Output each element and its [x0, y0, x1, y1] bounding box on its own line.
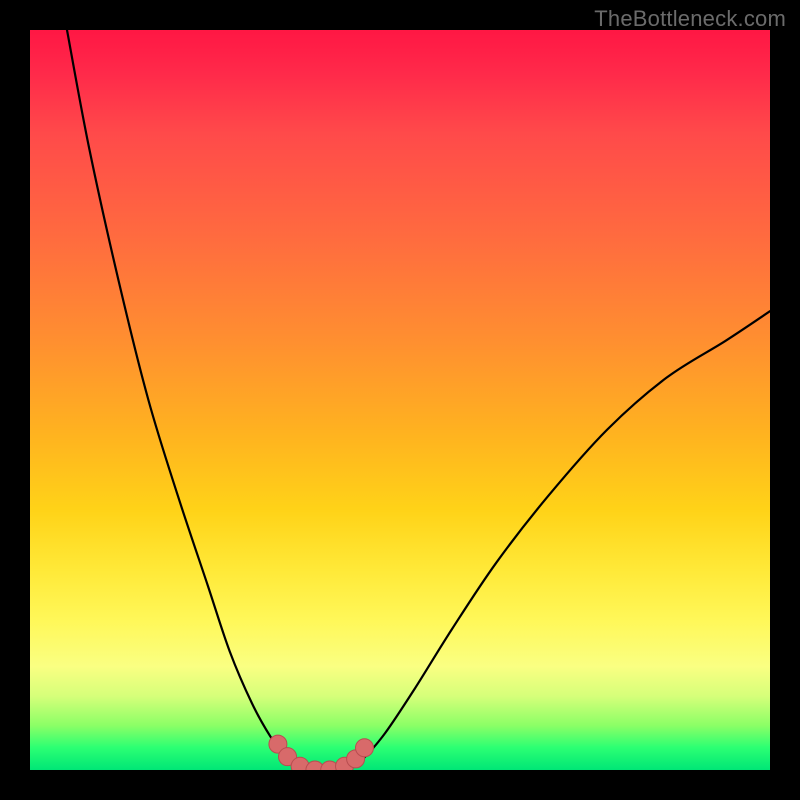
- curve-right-branch: [348, 311, 770, 770]
- valley-marker: [279, 748, 297, 766]
- watermark-text: TheBottleneck.com: [594, 6, 786, 32]
- curve-left-branch: [67, 30, 304, 770]
- valley-marker: [269, 735, 287, 753]
- valley-marker: [355, 739, 373, 757]
- valley-marker: [321, 761, 339, 770]
- valley-marker: [347, 750, 365, 768]
- valley-marker: [291, 757, 309, 770]
- plot-area: [30, 30, 770, 770]
- chart-frame: TheBottleneck.com: [0, 0, 800, 800]
- valley-marker: [336, 757, 354, 770]
- curve-layer: [30, 30, 770, 770]
- valley-marker-group: [269, 735, 374, 770]
- valley-marker: [306, 761, 324, 770]
